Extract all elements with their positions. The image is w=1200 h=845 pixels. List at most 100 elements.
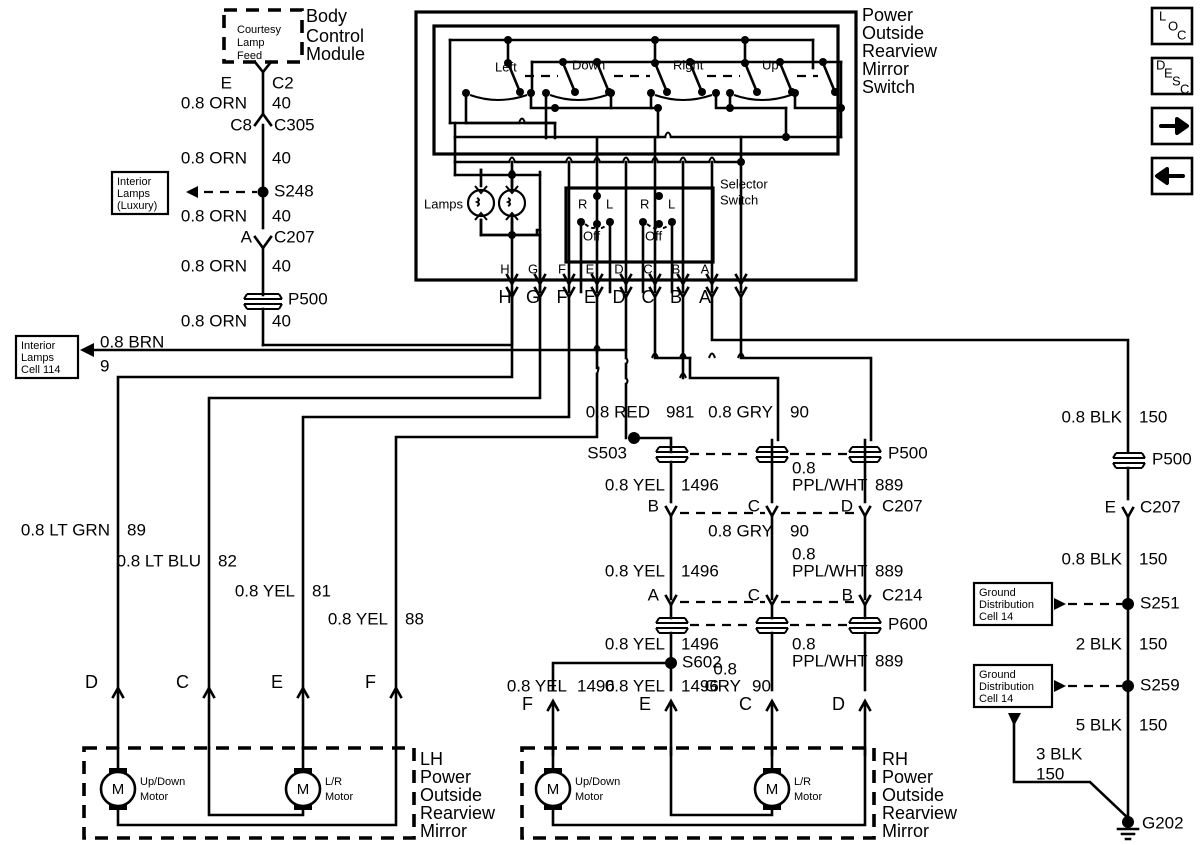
gnd-dist-2-line2: Distribution	[979, 681, 1034, 693]
label-gry-bot-l2: GRY	[704, 676, 741, 695]
label-yel81-number: 81	[312, 581, 331, 600]
switch-title-line3: Rearview	[862, 41, 938, 61]
wire-orn-1-color: 0.8 ORN	[181, 93, 247, 112]
plug-p500-center-label: P500	[888, 443, 928, 462]
label-blk2-number: 150	[1139, 549, 1167, 568]
ground-g202-label: G202	[1142, 813, 1184, 832]
wiring-diagram-page: Courtesy Lamp Feed Body Control Module E…	[0, 0, 1200, 845]
selector-switch-label-line1: Selector	[720, 176, 768, 191]
nav-button-prev[interactable]	[1150, 156, 1194, 196]
nav-button-desc[interactable]: D E S C	[1150, 56, 1194, 96]
bcm-title-line3: Module	[306, 44, 365, 64]
lh-motor1-line2: Motor	[140, 791, 168, 803]
switch-label-down: Down	[572, 57, 605, 72]
wire-orn-3-color: 0.8 ORN	[181, 206, 247, 225]
label-yelF-color: 0.8 YEL	[507, 676, 567, 695]
splice-s251-label: S251	[1140, 593, 1180, 612]
lh-power-mirror[interactable]: M Up/Down Motor M L/R Motor LH Power Out…	[82, 746, 496, 841]
bcm-title-line2: Control	[306, 26, 364, 46]
left-wire-labels: 0.8 BRN 9 0.8 LT GRN 89 0.8 LT BLU 82 0.…	[21, 332, 424, 750]
switch-title-line1: Power	[862, 5, 913, 25]
rh-power-mirror[interactable]: M Up/Down Motor M L/R Motor RH Power Out…	[520, 746, 958, 841]
label-yel1-number: 1496	[681, 475, 719, 494]
lh-pin-d: D	[85, 672, 98, 692]
ground-symbol	[1116, 827, 1140, 841]
rh-title-line4: Rearview	[882, 803, 958, 823]
selector-left-r: R	[578, 196, 587, 211]
label-red-color: 0.8 RED	[586, 402, 650, 421]
switch-label-left: Left	[495, 59, 517, 74]
label-ltblu-number: 82	[218, 551, 237, 570]
cell-114-line3: Cell 114	[21, 364, 61, 376]
ground-pin-e: E	[1105, 497, 1116, 516]
label-blk1-number: 150	[1139, 407, 1167, 426]
label-blk3-color: 2 BLK	[1076, 634, 1123, 653]
label-pplwht1-l2: PPL/WHT	[792, 475, 868, 494]
label-brn-color: 0.8 BRN	[100, 332, 164, 351]
rh-title-line1: RH	[882, 749, 908, 769]
wire-orn-3-number: 40	[272, 206, 291, 225]
cell-ground-distribution-2[interactable]: Ground Distribution Cell 14	[972, 663, 1054, 709]
selector-switch-label-line2: Switch	[720, 192, 758, 207]
label-gry-top-color: 0.8 GRY	[708, 402, 773, 421]
switch-title-line5: Switch	[862, 77, 915, 97]
plug-p500-top-label: P500	[288, 289, 328, 308]
splice-s248-label: S248	[274, 181, 314, 200]
conn-c8-pin-label: C8	[230, 115, 252, 134]
label-blk5-color: 3 BLK	[1036, 744, 1083, 763]
arrow-from-cell-114	[80, 343, 94, 357]
pin-outer-d: D	[613, 287, 626, 307]
cell-ground-distribution-1[interactable]: Ground Distribution Cell 14	[972, 581, 1054, 627]
c207-center-label: C207	[882, 496, 923, 515]
switch-contact-down[interactable]: Down	[572, 36, 671, 96]
lh-motor2-line1: L/R	[325, 776, 342, 788]
lh-motor2-symbol: M	[297, 781, 310, 798]
wire-orn-2-number: 40	[272, 148, 291, 167]
cell-luxury-line2: Lamps	[117, 188, 151, 200]
selector-left-l: L	[606, 196, 613, 211]
pin-outer-h: H	[499, 287, 512, 307]
rh-lr-motor: M L/R Motor	[753, 768, 822, 810]
label-blk1-color: 0.8 BLK	[1062, 407, 1123, 426]
cell-114-line2: Lamps	[21, 352, 55, 364]
wire-orn-4-number: 40	[272, 256, 291, 275]
selector-left-off: Off	[583, 228, 600, 243]
conn-c207-top-label: C207	[274, 227, 315, 246]
nav-button-loc[interactable]: L O C	[1150, 6, 1194, 46]
gnd-dist-2-line1: Ground	[979, 669, 1016, 681]
wire-g-to-ltblu	[207, 295, 542, 692]
rh-updown-motor: M Up/Down Motor	[534, 768, 620, 810]
ground-branch: 0.8 BLK 150 P500 E C207 0.8 BLK 150 S251…	[972, 407, 1192, 841]
bcm-inner-line2: Lamp	[237, 37, 265, 49]
lh-updown-motor: M Up/Down Motor	[99, 768, 185, 810]
rh-pin-f: F	[522, 694, 533, 714]
connector-c207-top-symbol	[253, 235, 273, 251]
cell-interior-lamps-luxury[interactable]: Interior Lamps (Luxury)	[110, 170, 170, 216]
lh-pin-f: F	[365, 672, 376, 692]
plug-p600-sym-3	[848, 617, 882, 634]
arrow-gnd-dist-2	[1054, 680, 1066, 692]
switch-block-title: Power Outside Rearview Mirror Switch	[862, 5, 938, 97]
switch-label-up: Up	[762, 57, 779, 72]
label-blk2-color: 0.8 BLK	[1062, 549, 1123, 568]
cell-interior-lamps-114[interactable]: Interior Lamps Cell 114	[14, 334, 94, 380]
nav-button-next[interactable]	[1150, 106, 1194, 146]
power-mirror-switch-block[interactable]: Left Down Right Up Lamps Selector Switch…	[414, 5, 938, 294]
switch-title-line2: Outside	[862, 23, 924, 43]
label-ltblu-color: 0.8 LT BLU	[117, 551, 201, 570]
arrow-to-interior-lamps	[186, 186, 198, 198]
label-ltgrn-number: 89	[127, 520, 146, 539]
connector-c207-center-row: B C D C207	[648, 496, 923, 519]
lh-title-line5: Mirror	[420, 821, 467, 841]
connector-c214-row: A C B C214	[648, 585, 923, 608]
arrow-3blk-up	[1008, 713, 1021, 726]
pin-outer-g: G	[526, 287, 540, 307]
label-gry-mid-color: 0.8 GRY	[708, 521, 773, 540]
label-yel1-color: 0.8 YEL	[605, 475, 665, 494]
bcm-title-line1: Body	[306, 6, 347, 26]
rh-motor2-line1: L/R	[794, 776, 811, 788]
conn-c2-label: C2	[272, 73, 294, 92]
label-blk4-number: 150	[1139, 715, 1167, 734]
ground-conn-c207: C207	[1140, 497, 1181, 516]
wire-orn-2-color: 0.8 ORN	[181, 148, 247, 167]
